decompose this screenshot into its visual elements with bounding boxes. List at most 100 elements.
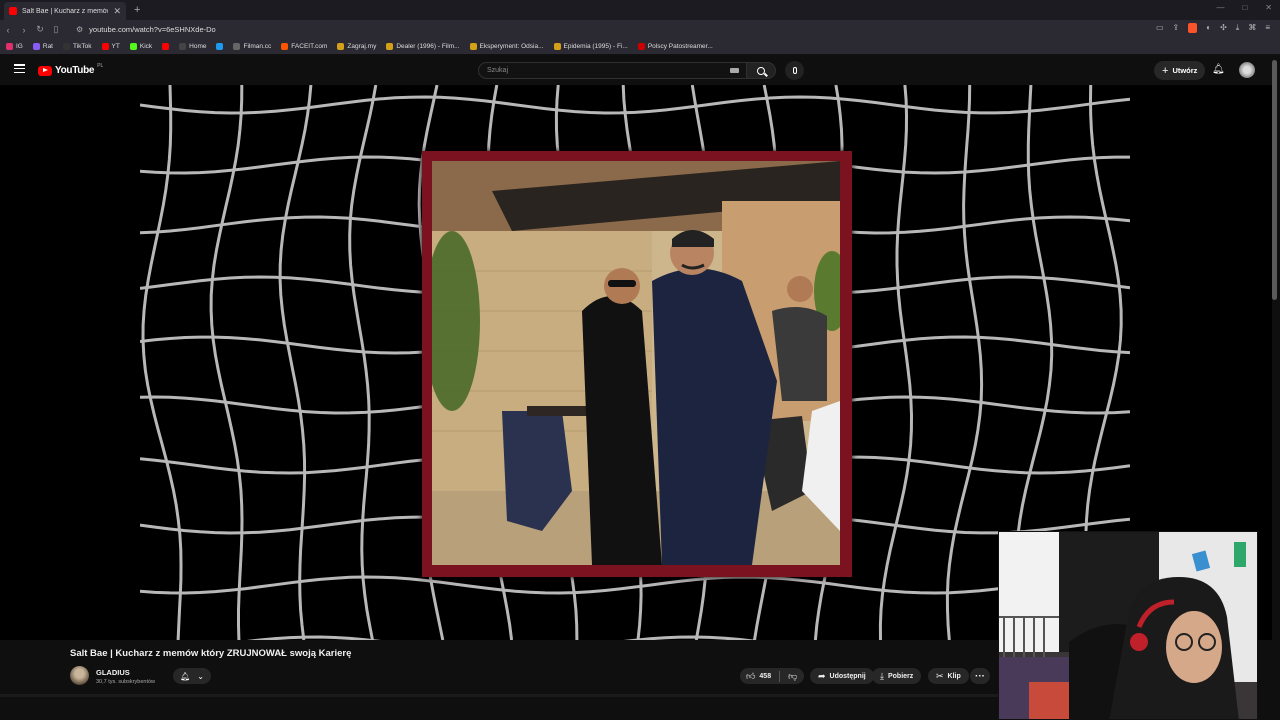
browser-navbar: ‹ › ↻ ▯ ⚙ youtube.com/watch?v=6eSHNXde-D… bbox=[0, 20, 1280, 39]
video-frame-photo bbox=[432, 161, 840, 565]
grid-line-horizontal bbox=[140, 95, 1130, 115]
clip-button[interactable]: ✂ Klip bbox=[928, 668, 969, 684]
bookmark-item[interactable]: Kick bbox=[129, 43, 152, 50]
download-label: Pobierz bbox=[887, 672, 914, 680]
youtube-favicon-icon bbox=[9, 7, 17, 15]
bookmark-item[interactable]: Polscy Patostreamer... bbox=[637, 43, 713, 50]
subscriber-count: 30,7 tys. subskrybentów bbox=[96, 679, 156, 685]
bookmark-label: FACEIT.com bbox=[291, 43, 328, 50]
like-icon[interactable]: 👍︎ bbox=[746, 671, 755, 682]
page-bottom-divider bbox=[0, 694, 998, 697]
browser-tabstrip: Salt Bae | Kucharz z memów któr ✕ + — □ … bbox=[0, 0, 1280, 20]
subscription-notifications-button[interactable]: 🔔︎ ⌄ bbox=[173, 668, 211, 684]
bookmark-item[interactable]: Rat bbox=[32, 43, 53, 50]
tab-title: Salt Bae | Kucharz z memów któr bbox=[22, 7, 108, 15]
bookmark-item[interactable]: Eksperyment: Odsia... bbox=[469, 43, 544, 50]
bookmark-item[interactable]: Zagraj.my bbox=[337, 43, 376, 50]
bookmark-item[interactable]: FACEIT.com bbox=[281, 43, 327, 50]
create-label: Utwórz bbox=[1172, 66, 1198, 75]
bookmark-item[interactable]: Epidemia (1995) - Fi... bbox=[553, 43, 628, 50]
like-count[interactable]: 458 bbox=[759, 673, 771, 680]
bookmark-favicon-icon bbox=[553, 43, 561, 50]
translate-icon[interactable]: ◐ bbox=[1206, 23, 1211, 33]
minimize-icon[interactable]: — bbox=[1216, 3, 1224, 12]
notifications-bell-icon[interactable]: 🔔︎ bbox=[1212, 64, 1225, 75]
bookmark-favicon-icon bbox=[63, 43, 70, 50]
more-icon: ··· bbox=[975, 670, 985, 682]
bookmark-favicon-icon bbox=[469, 43, 477, 50]
browser-tab-active[interactable]: Salt Bae | Kucharz z memów któr ✕ bbox=[4, 2, 126, 20]
bookmark-icon[interactable]: ▯ bbox=[48, 24, 64, 35]
create-button[interactable]: + Utwórz bbox=[1154, 61, 1206, 80]
more-actions-button[interactable]: ··· bbox=[970, 668, 990, 684]
photo-frame bbox=[422, 151, 852, 577]
bookmark-favicon-icon bbox=[6, 43, 13, 50]
bookmark-item[interactable]: IG bbox=[6, 43, 23, 50]
hamburger-menu-icon[interactable] bbox=[14, 64, 25, 73]
bookmark-favicon-icon bbox=[216, 43, 224, 50]
like-dislike-group: 👍︎ 458 👎︎ bbox=[740, 668, 804, 684]
country-code: PL bbox=[97, 62, 104, 69]
address-bar[interactable]: ⚙ youtube.com/watch?v=6eSHNXde-Do bbox=[72, 22, 1112, 37]
grid-line-vertical bbox=[878, 85, 914, 640]
bookmark-label: Polscy Patostreamer... bbox=[647, 43, 713, 50]
scissors-icon: ✂ bbox=[936, 670, 944, 681]
bookmark-label: Dealer (1996) - Film... bbox=[396, 43, 460, 50]
bookmark-favicon-icon bbox=[233, 43, 241, 50]
search-button[interactable] bbox=[746, 62, 776, 79]
extensions-icon[interactable]: ✣ bbox=[1220, 23, 1227, 33]
bookmarks-bar: IG Rat TikTok YT Kick Home Filman.cc FACEIT.com… bbox=[0, 39, 1280, 55]
download-button[interactable]: ⤓ Pobierz bbox=[872, 668, 922, 684]
bookmark-label: Zagraj.my bbox=[347, 43, 377, 50]
share-button[interactable]: ➦ Udostępnij bbox=[810, 668, 874, 684]
webcam-overlay bbox=[998, 531, 1258, 720]
cast-icon[interactable]: ▭ bbox=[1156, 23, 1164, 33]
bookmark-favicon-icon bbox=[386, 43, 394, 50]
menu-icon[interactable]: ≡ bbox=[1265, 23, 1270, 33]
download-arrow-icon: ⤓ bbox=[880, 670, 884, 681]
share-icon: ➦ bbox=[818, 670, 826, 681]
new-tab-icon[interactable]: + bbox=[134, 4, 140, 16]
dislike-icon[interactable]: 👎︎ bbox=[788, 671, 797, 682]
bookmark-favicon-icon bbox=[32, 43, 40, 50]
share-label: Udostępnij bbox=[829, 672, 866, 680]
bookmark-item[interactable]: TikTok bbox=[63, 43, 92, 50]
youtube-logo[interactable]: YouTube PL bbox=[38, 62, 104, 76]
bookmark-label: Epidemia (1995) - Fi... bbox=[563, 43, 628, 50]
bookmark-label: Rat bbox=[42, 43, 53, 50]
video-title: Salt Bae | Kucharz z memów który ZRUJNOW… bbox=[70, 648, 352, 659]
forward-icon[interactable]: › bbox=[16, 25, 32, 35]
bookmark-item[interactable]: Home bbox=[179, 43, 206, 50]
bookmark-item[interactable] bbox=[162, 43, 170, 50]
restaurant-photo bbox=[432, 161, 840, 565]
plus-icon: + bbox=[1162, 64, 1169, 77]
bookmark-item[interactable]: Filman.cc bbox=[233, 43, 271, 50]
keyboard-icon[interactable] bbox=[730, 68, 739, 73]
voice-search-button[interactable] bbox=[785, 61, 804, 80]
bookmark-favicon-icon bbox=[281, 43, 289, 50]
bookmark-item[interactable] bbox=[216, 43, 224, 50]
back-icon[interactable]: ‹ bbox=[0, 25, 16, 35]
wallet-icon[interactable]: ⌘ bbox=[1248, 23, 1256, 33]
bookmark-item[interactable]: YT bbox=[101, 43, 120, 50]
site-info-icon[interactable]: ⚙ bbox=[76, 25, 83, 34]
maximize-icon[interactable]: □ bbox=[1242, 3, 1247, 12]
close-window-icon[interactable]: ✕ bbox=[1265, 3, 1272, 12]
page-scrollbar[interactable] bbox=[1272, 60, 1277, 300]
share-page-icon[interactable]: ⇪ bbox=[1173, 23, 1180, 33]
channel-name[interactable]: GLADIUS bbox=[96, 668, 130, 677]
reload-icon[interactable]: ↻ bbox=[32, 24, 48, 35]
account-avatar[interactable] bbox=[1239, 62, 1255, 78]
bookmark-item[interactable]: Dealer (1996) - Film... bbox=[386, 43, 460, 50]
bookmark-label: Filman.cc bbox=[243, 43, 272, 50]
grid-line-horizontal bbox=[140, 575, 1130, 595]
bookmark-favicon-icon bbox=[101, 43, 109, 50]
close-tab-icon[interactable]: ✕ bbox=[113, 6, 121, 17]
search-input[interactable]: Szukaj bbox=[478, 62, 748, 79]
bookmark-favicon-icon bbox=[179, 43, 187, 50]
window-controls: — □ ✕ bbox=[1216, 3, 1272, 12]
url-text: youtube.com/watch?v=6eSHNXde-Do bbox=[89, 25, 216, 34]
download-icon[interactable]: ⤓ bbox=[1236, 23, 1240, 33]
channel-avatar[interactable] bbox=[70, 666, 89, 685]
brave-shield-icon[interactable] bbox=[1188, 23, 1198, 33]
